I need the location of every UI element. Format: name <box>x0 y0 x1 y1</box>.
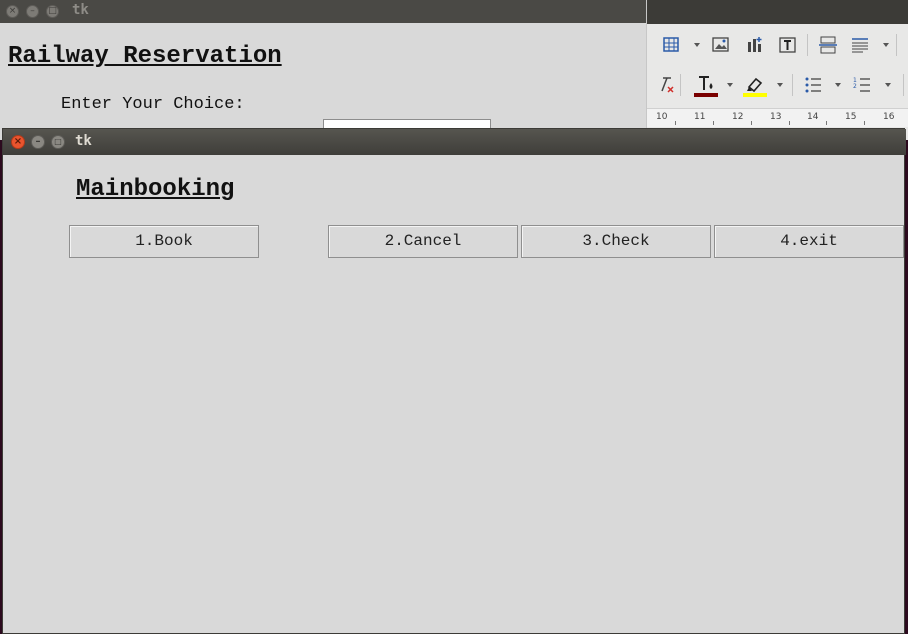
svg-text:2: 2 <box>853 83 857 90</box>
toolbar-separator <box>903 74 904 96</box>
highlight-color-icon[interactable] <box>743 74 767 98</box>
ruler-tick <box>864 121 865 125</box>
close-icon[interactable]: × <box>11 135 25 149</box>
highlight-dropdown-icon[interactable] <box>777 83 783 87</box>
book-button[interactable]: 1.Book <box>69 225 259 258</box>
ruler-tick <box>751 121 752 125</box>
toolbar-separator <box>896 34 897 56</box>
toolbar-separator <box>680 74 681 96</box>
background-window-title: tk <box>72 2 89 18</box>
exit-button[interactable]: 4.exit <box>714 225 904 258</box>
field-dropdown-icon[interactable] <box>883 43 889 47</box>
ruler-number: 11 <box>694 112 706 122</box>
numbered-dropdown-icon[interactable] <box>885 83 891 87</box>
ruler-number: 12 <box>732 112 744 122</box>
ruler-number: 16 <box>883 112 895 122</box>
minimize-icon[interactable]: – <box>26 5 39 18</box>
ruler-tick <box>713 121 714 125</box>
ruler-number: 14 <box>807 112 819 122</box>
ruler[interactable]: 10 11 12 13 14 15 16 <box>647 108 908 127</box>
close-icon[interactable]: × <box>6 5 19 18</box>
ruler-number: 15 <box>845 112 857 122</box>
check-button[interactable]: 3.Check <box>521 225 711 258</box>
bullet-dropdown-icon[interactable] <box>835 83 841 87</box>
ruler-number: 13 <box>770 112 782 122</box>
bullet-list-icon[interactable] <box>804 76 822 94</box>
insert-chart-icon[interactable] <box>746 36 764 54</box>
page-break-icon[interactable] <box>819 36 837 54</box>
maximize-icon[interactable]: □ <box>51 135 65 149</box>
ruler-tick <box>789 121 790 125</box>
background-window: × – □ tk Railway Reservation Enter Your … <box>0 0 646 140</box>
mainbooking-heading: Mainbooking <box>76 176 235 203</box>
insert-field-icon[interactable] <box>851 36 869 54</box>
numbered-list-icon[interactable]: 1 2 <box>853 76 871 94</box>
choice-prompt-label: Enter Your Choice: <box>61 95 245 114</box>
cancel-button[interactable]: 2.Cancel <box>328 225 518 258</box>
ruler-number: 10 <box>656 112 668 122</box>
ruler-tick <box>826 121 827 125</box>
toolbar-row-2: 1 2 <box>647 68 908 102</box>
mainbooking-window: × – □ tk Mainbooking 1.Book 2.Cancel 3.C… <box>2 128 906 634</box>
window-title: tk <box>75 133 92 149</box>
minimize-icon[interactable]: – <box>31 135 45 149</box>
background-titlebar[interactable]: × – □ tk <box>0 0 646 23</box>
insert-table-icon[interactable] <box>663 36 681 54</box>
toolbar-row-1 <box>647 28 908 62</box>
office-toolbar: 1 2 10 11 12 13 14 15 16 <box>646 0 908 140</box>
window-titlebar[interactable]: × – □ tk <box>3 129 906 155</box>
toolbar-separator <box>792 74 793 96</box>
toolbar-separator <box>807 34 808 56</box>
clear-formatting-icon[interactable] <box>657 76 675 94</box>
font-color-icon[interactable] <box>694 74 718 98</box>
font-color-dropdown-icon[interactable] <box>727 83 733 87</box>
railway-reservation-heading: Railway Reservation <box>8 43 282 70</box>
maximize-icon[interactable]: □ <box>46 5 59 18</box>
table-dropdown-icon[interactable] <box>694 43 700 47</box>
ruler-tick <box>675 121 676 125</box>
insert-image-icon[interactable] <box>712 36 730 54</box>
office-titlebar <box>647 0 908 24</box>
insert-textbox-icon[interactable] <box>779 36 797 54</box>
